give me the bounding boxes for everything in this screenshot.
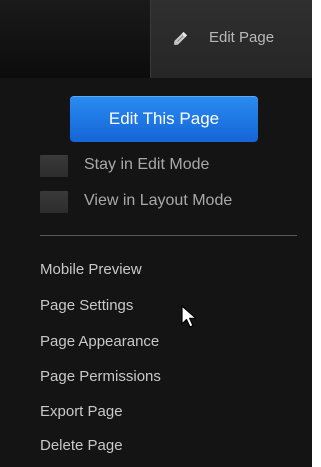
view-in-layout-mode-checkbox[interactable] — [40, 191, 68, 213]
panel-right-gap — [312, 78, 321, 467]
stay-in-edit-mode-option[interactable]: Stay in Edit Mode — [40, 155, 300, 177]
view-in-layout-mode-label: View in Layout Mode — [84, 192, 233, 209]
pencil-icon — [174, 31, 188, 45]
edit-this-page-button[interactable]: Edit This Page — [70, 96, 258, 142]
mouse-cursor-icon — [181, 305, 197, 328]
edit-page-ui: Edit Page Edit This Page Stay in Edit Mo… — [0, 0, 321, 467]
menu-item-delete-page[interactable]: Delete Page — [40, 437, 123, 454]
menu-divider — [40, 235, 297, 236]
toolbar-right-gap — [312, 0, 321, 78]
menu-item-mobile-preview[interactable]: Mobile Preview — [40, 261, 142, 278]
edit-page-tab[interactable]: Edit Page — [150, 0, 312, 78]
edit-page-tab-label: Edit Page — [209, 29, 275, 46]
edit-page-dropdown: Edit This Page Stay in Edit Mode View in… — [0, 78, 312, 467]
menu-item-page-permissions[interactable]: Page Permissions — [40, 368, 161, 385]
top-toolbar: Edit Page — [0, 0, 321, 78]
menu-item-export-page[interactable]: Export Page — [40, 403, 123, 420]
stay-in-edit-mode-checkbox[interactable] — [40, 155, 68, 177]
stay-in-edit-mode-label: Stay in Edit Mode — [84, 156, 210, 173]
view-in-layout-mode-option[interactable]: View in Layout Mode — [40, 191, 300, 213]
menu-item-page-appearance[interactable]: Page Appearance — [40, 333, 159, 350]
menu-item-page-settings[interactable]: Page Settings — [40, 297, 133, 314]
toolbar-blank-area — [0, 0, 150, 78]
